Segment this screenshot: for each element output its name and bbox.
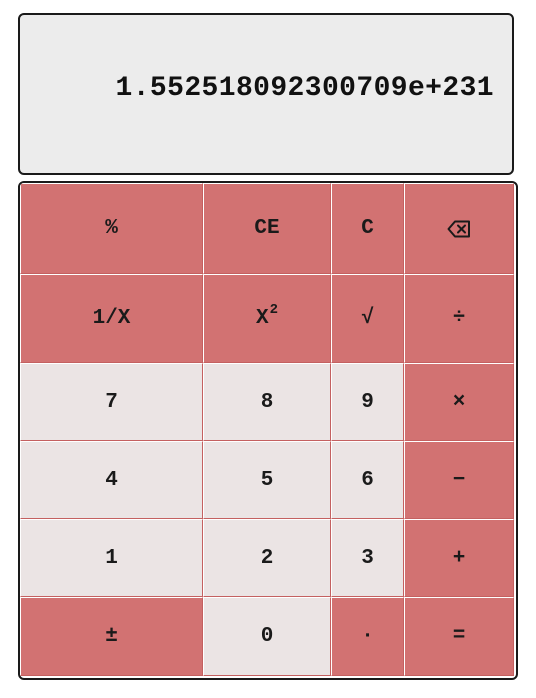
decimal-button[interactable]: · <box>331 597 404 676</box>
digit-6-button[interactable]: 6 <box>331 441 404 519</box>
reciprocal-button[interactable]: 1/X <box>20 274 203 363</box>
subtract-button[interactable]: − <box>404 441 514 519</box>
digit-5-button[interactable]: 5 <box>203 441 331 519</box>
clear-button[interactable]: C <box>331 183 404 274</box>
percent-button[interactable]: % <box>20 183 203 274</box>
digit-0-button[interactable]: 0 <box>203 597 331 676</box>
multiply-button[interactable]: × <box>404 363 514 441</box>
square-base-label: X <box>255 307 269 330</box>
digit-3-button[interactable]: 3 <box>331 519 404 597</box>
digit-4-button[interactable]: 4 <box>20 441 203 519</box>
divide-button[interactable]: ÷ <box>404 274 514 363</box>
clear-entry-button[interactable]: CE <box>203 183 331 274</box>
sqrt-button[interactable]: √ <box>331 274 404 363</box>
negate-button[interactable]: ± <box>20 597 203 676</box>
digit-1-button[interactable]: 1 <box>20 519 203 597</box>
digit-8-button[interactable]: 8 <box>203 363 331 441</box>
square-button[interactable]: X2 <box>203 274 331 363</box>
calculator-display: 1.552518092300709e+231 <box>18 13 514 175</box>
digit-9-button[interactable]: 9 <box>331 363 404 441</box>
backspace-icon <box>447 220 471 238</box>
square-exponent-label: 2 <box>269 301 278 318</box>
backspace-button[interactable] <box>404 183 514 274</box>
digit-2-button[interactable]: 2 <box>203 519 331 597</box>
display-value: 1.552518092300709e+231 <box>115 73 494 104</box>
add-button[interactable]: + <box>404 519 514 597</box>
digit-7-button[interactable]: 7 <box>20 363 203 441</box>
equals-button[interactable]: = <box>404 597 514 676</box>
calculator-keypad: % CE C 1/X X2 √ ÷ 7 8 9 × 4 5 6 − 1 2 3 … <box>18 181 518 680</box>
